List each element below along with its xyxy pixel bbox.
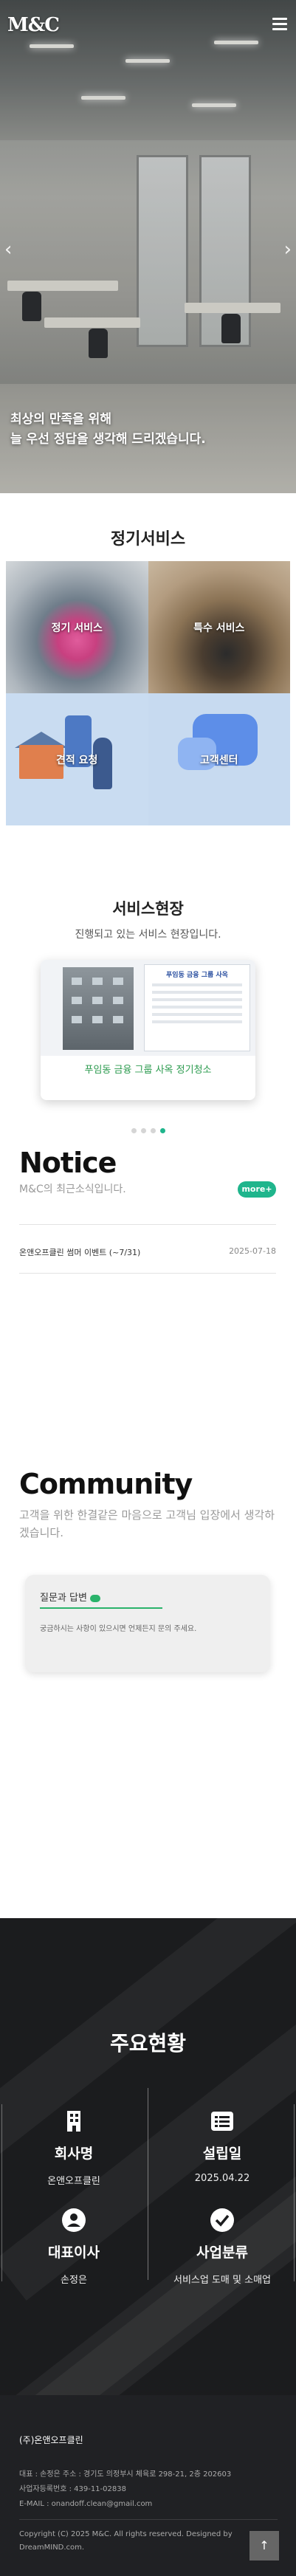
divider	[19, 1273, 276, 1274]
service-tile-label: 특수 서비스	[193, 622, 245, 634]
qna-card[interactable]: 질문과 답변 궁금하시는 사항이 있으시면 언제든지 문의 주세요.	[25, 1575, 270, 1672]
service-tile-label: 정기 서비스	[51, 622, 103, 634]
chat-icon	[89, 1594, 100, 1602]
notice-more-button[interactable]: more+	[238, 1181, 276, 1198]
list-icon	[211, 2112, 233, 2131]
divider	[19, 2519, 278, 2520]
footer-copyright: Copyright (C) 2025 M&C. All rights reser…	[19, 2530, 233, 2552]
document-title: 푸임동 금융 그룹 사옥	[166, 972, 228, 979]
service-tile-support[interactable]: 고객센터	[148, 693, 290, 825]
stat-ceo: 대표이사 손정은	[0, 2208, 148, 2286]
work-report-document: 푸임동 금융 그룹 사옥	[144, 964, 250, 1051]
qna-card-text: 궁금하시는 사항이 있으시면 언제든지 문의 주세요.	[40, 1625, 197, 1633]
carousel-dot[interactable]	[131, 1128, 137, 1133]
scroll-to-top-button[interactable]: ↑	[249, 2531, 279, 2560]
service-tile-label: 견적 요청	[56, 754, 98, 766]
divider	[19, 1224, 276, 1225]
carousel-dot[interactable]	[140, 1128, 146, 1133]
footer-company-name: (주)온앤오프클린	[19, 2435, 83, 2445]
qna-heading-text: 질문과 답변	[40, 1593, 87, 1604]
service-status-card[interactable]: 푸임동 금융 그룹 사옥 푸임동 금융 그룹 사옥 정기청소	[41, 960, 255, 1100]
check-circle-icon	[210, 2208, 234, 2232]
service-tile-estimate[interactable]: 견적 요청	[6, 693, 148, 825]
notice-title: Notice	[19, 1147, 117, 1179]
stat-label: 사업분류	[196, 2244, 248, 2261]
stat-label: 회사명	[54, 2146, 94, 2162]
hero-headline: 최상의 만족을 위해 늘 우선 정답을 생각해 드리겠습니다.	[10, 410, 283, 450]
building-photo	[63, 967, 134, 1050]
hero-line-1: 최상의 만족을 위해	[10, 412, 111, 427]
stat-value: 서비스업 도매 및 소매업	[173, 2275, 271, 2286]
stat-label: 설립일	[202, 2146, 242, 2162]
stat-value: 손정은	[61, 2275, 87, 2286]
company-status-section: 주요현황 회사명 온앤오프클린 설립일 2025.04.22 대표이사 손정은 …	[0, 1918, 296, 2395]
notice-row[interactable]: 온앤오프클린 썸머 이벤트 (~7/31) 2025-07-18	[19, 1246, 276, 1263]
notice-row-title: 온앤오프클린 썸머 이벤트 (~7/31)	[19, 1248, 141, 1257]
footer-email: E-MAIL : onandoff.clean@gmail.com	[19, 2500, 153, 2508]
service-status-title: 서비스현장	[112, 900, 184, 918]
service-status-caption: 푸임동 금융 그룹 사옥 정기청소	[84, 1065, 212, 1076]
community-subtitle: 고객을 위한 한결같은 마음으로 고객님 입장에서 생각하겠습니다.	[19, 1508, 275, 1539]
stat-label: 대표이사	[48, 2244, 100, 2261]
logo-text: M&C	[7, 14, 60, 36]
page: M&C ‹ › 최상의 만족을 위해 늘 우선 정답을 생각해 드리겠습니다. …	[0, 0, 296, 2576]
carousel-dot[interactable]	[150, 1128, 156, 1133]
carousel-dots	[0, 1122, 296, 1136]
stat-value: 온앤오프클린	[47, 2176, 100, 2187]
hero-line-2: 늘 우선 정답을 생각해 드리겠습니다.	[10, 432, 206, 447]
footer-address: 대표 : 손정은 주소 : 경기도 의정부시 체육로 298-21, 2층 20…	[19, 2470, 232, 2479]
building-icon	[67, 2111, 80, 2132]
service-tile-special[interactable]: 특수 서비스	[148, 561, 290, 693]
hamburger-menu-icon[interactable]	[272, 18, 287, 31]
stat-value: 2025.04.22	[194, 2173, 250, 2184]
chevron-left-icon[interactable]: ‹	[4, 240, 12, 259]
hero-banner: M&C ‹ › 최상의 만족을 위해 늘 우선 정답을 생각해 드리겠습니다.	[0, 0, 296, 493]
company-status-title: 주요현황	[109, 2031, 187, 2055]
notice-subtitle: M&C의 최근소식입니다.	[19, 1184, 126, 1195]
stat-company-name: 회사명 온앤오프클린	[0, 2109, 148, 2187]
community-title: Community	[19, 1468, 193, 1500]
carousel-dot-active[interactable]	[159, 1128, 165, 1133]
service-status-image: 푸임동 금융 그룹 사옥	[41, 960, 255, 1056]
person-icon	[62, 2208, 86, 2232]
stat-founded: 설립일 2025.04.22	[148, 2109, 296, 2184]
site-logo[interactable]: M&C	[7, 12, 60, 38]
service-grid: 정기 서비스 특수 서비스 견적 요청 고객센터	[6, 561, 290, 825]
qna-card-heading: 질문과 답변	[40, 1590, 100, 1604]
regular-services-title: 정기서비스	[110, 530, 186, 549]
footer-info: 대표 : 손정은 주소 : 경기도 의정부시 체육로 298-21, 2층 20…	[19, 2467, 270, 2512]
notice-row-date: 2025-07-18	[229, 1246, 276, 1256]
stat-business-type: 사업분류 서비스업 도매 및 소매업	[148, 2208, 296, 2286]
chevron-right-icon[interactable]: ›	[284, 240, 292, 259]
service-tile-label: 고객센터	[199, 754, 238, 766]
qna-underline	[40, 1607, 162, 1609]
footer-business-number: 사업자등록번호 : 439-11-02838	[19, 2485, 126, 2493]
service-tile-regular[interactable]: 정기 서비스	[6, 561, 148, 693]
service-status-subtitle: 진행되고 있는 서비스 현장입니다.	[75, 929, 221, 941]
